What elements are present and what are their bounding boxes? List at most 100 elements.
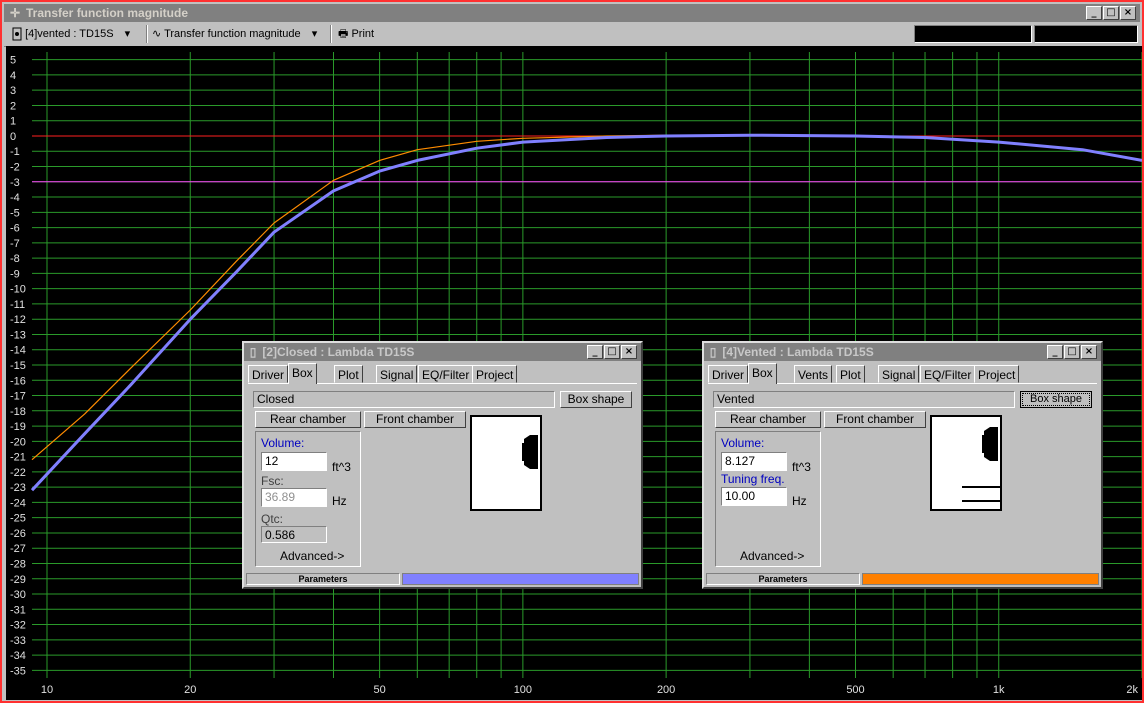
volume-unit: ft^3 — [792, 460, 811, 474]
box-shape-button[interactable]: Box shape — [560, 391, 632, 408]
y-tick-label: -3 — [10, 177, 20, 189]
x-tick-label: 10 — [41, 684, 53, 696]
tab-driver[interactable]: Driver — [248, 365, 288, 383]
toolbar: [4]vented : TD15S ▾ ∿ Transfer function … — [4, 22, 1140, 47]
x-tick-label: 100 — [514, 684, 532, 696]
project-dropdown[interactable]: [4]vented : TD15S ▾ — [12, 25, 130, 43]
y-tick-label: -18 — [10, 406, 26, 418]
toolbar-separator — [330, 25, 332, 43]
crosshair-icon: ✛ — [9, 6, 21, 20]
main-window: ✛ Transfer function magnitude _ □ × [4]ve… — [0, 0, 1144, 703]
volume-input[interactable]: 8.127 — [721, 452, 787, 471]
tab-project[interactable]: Project — [974, 365, 1020, 383]
vented-window-titlebar[interactable]: ▯ [4]Vented : Lambda TD15S _ □ × — [704, 343, 1101, 361]
advanced-button[interactable]: Advanced-> — [280, 549, 344, 563]
advanced-button[interactable]: Advanced-> — [740, 549, 804, 563]
toolbar-separator — [146, 25, 148, 43]
y-tick-label: -7 — [10, 238, 20, 250]
y-tick-label: -28 — [10, 558, 26, 570]
parameters-tab[interactable]: Parameters — [706, 573, 860, 585]
front-chamber-button[interactable]: Front chamber — [824, 411, 926, 428]
plot-type-dropdown[interactable]: ∿ Transfer function magnitude ▾ — [152, 25, 317, 43]
print-label: Print — [351, 28, 375, 40]
volume-label: Volume: — [721, 436, 765, 450]
y-tick-label: -9 — [10, 268, 20, 280]
tab-vents[interactable]: Vents — [794, 365, 833, 383]
tab-box[interactable]: Box — [748, 363, 777, 384]
qtc-label: Qtc: — [261, 512, 284, 526]
tuning-freq-unit: Hz — [792, 494, 807, 508]
title-bar[interactable]: ✛ Transfer function magnitude _ □ × — [4, 4, 1140, 22]
box-type-field: Vented — [713, 391, 1015, 408]
tab-signal[interactable]: Signal — [376, 365, 418, 383]
printer-icon: 🖶 — [338, 28, 349, 40]
maximize-button[interactable]: □ — [1103, 6, 1119, 20]
y-tick-label: -2 — [10, 162, 20, 174]
curve-color-swatch[interactable] — [862, 573, 1099, 585]
status-bar: Parameters — [706, 573, 1099, 585]
print-button[interactable]: 🖶 Print — [338, 25, 374, 43]
y-tick-label: -5 — [10, 207, 20, 219]
rear-chamber-button[interactable]: Rear chamber — [255, 411, 361, 428]
tab-signal[interactable]: Signal — [878, 365, 920, 383]
vented-box-window[interactable]: ▯ [4]Vented : Lambda TD15S _ □ × Driver … — [702, 341, 1103, 589]
closed-window-title: [2]Closed : Lambda TD15S — [262, 345, 415, 359]
tab-driver[interactable]: Driver — [708, 365, 748, 383]
y-tick-label: -11 — [10, 299, 25, 311]
closed-window-titlebar[interactable]: ▯ [2]Closed : Lambda TD15S _ □ × — [244, 343, 641, 361]
y-tick-label: 4 — [10, 70, 16, 82]
tab-project[interactable]: Project — [472, 365, 518, 383]
minimize-button[interactable]: _ — [1086, 6, 1102, 20]
rear-chamber-button[interactable]: Rear chamber — [715, 411, 821, 428]
y-tick-label: -8 — [10, 253, 20, 265]
readout-box-2 — [1034, 25, 1138, 43]
volume-input[interactable]: 12 — [261, 452, 327, 471]
box-type-field: Closed — [253, 391, 555, 408]
wave-icon: ∿ — [152, 28, 162, 40]
tab-plot[interactable]: Plot — [334, 365, 363, 383]
closed-box-window[interactable]: ▯ [2]Closed : Lambda TD15S _ □ × Driver … — [242, 341, 643, 589]
minimize-button[interactable]: _ — [1047, 345, 1063, 359]
y-tick-label: -17 — [10, 391, 26, 403]
fsc-input[interactable]: 36.89 — [261, 488, 327, 507]
fsc-unit: Hz — [332, 494, 347, 508]
minimize-button[interactable]: _ — [587, 345, 603, 359]
qtc-value: 0.586 — [261, 526, 327, 543]
y-tick-label: -32 — [10, 620, 26, 632]
tab-eq-filter[interactable]: EQ/Filter — [920, 365, 976, 383]
curve-color-swatch[interactable] — [402, 573, 639, 585]
box-shape-button[interactable]: Box shape — [1020, 391, 1092, 408]
y-tick-label: -35 — [10, 665, 26, 677]
speaker-driver-icon — [962, 427, 1000, 502]
vented-window-title: [4]Vented : Lambda TD15S — [722, 345, 874, 359]
y-tick-label: -26 — [10, 528, 26, 540]
y-tick-label: -12 — [10, 314, 26, 326]
maximize-button[interactable]: □ — [604, 345, 620, 359]
tab-eq-filter[interactable]: EQ/Filter — [418, 365, 474, 383]
y-tick-label: 0 — [10, 131, 16, 143]
front-chamber-button[interactable]: Front chamber — [364, 411, 466, 428]
chamber-params-group: Volume: 12 ft^3 Fsc: 36.89 Hz Qtc: 0.586… — [255, 431, 361, 567]
parameters-tab[interactable]: Parameters — [246, 573, 400, 585]
y-tick-label: -31 — [10, 604, 26, 616]
volume-label: Volume: — [261, 436, 305, 450]
tab-box[interactable]: Box — [288, 363, 317, 384]
y-tick-label: -27 — [10, 543, 26, 555]
close-button[interactable]: × — [1120, 6, 1136, 20]
chamber-params-group: Volume: 8.127 ft^3 Tuning freq. 10.00 Hz… — [715, 431, 821, 567]
tab-plot[interactable]: Plot — [836, 365, 865, 383]
close-button[interactable]: × — [621, 345, 637, 359]
maximize-button[interactable]: □ — [1064, 345, 1080, 359]
y-tick-label: -4 — [10, 192, 20, 204]
tuning-freq-input[interactable]: 10.00 — [721, 487, 787, 506]
y-tick-label: -14 — [10, 345, 26, 357]
y-tick-label: -16 — [10, 375, 26, 387]
closed-box-diagram — [470, 415, 542, 511]
speaker-driver-icon — [522, 435, 538, 469]
close-button[interactable]: × — [1081, 345, 1097, 359]
y-tick-label: -30 — [10, 589, 26, 601]
y-tick-label: -21 — [10, 452, 26, 464]
speaker-icon: ▯ — [709, 345, 717, 359]
y-tick-label: -33 — [10, 635, 26, 647]
y-tick-label: 3 — [10, 85, 16, 97]
